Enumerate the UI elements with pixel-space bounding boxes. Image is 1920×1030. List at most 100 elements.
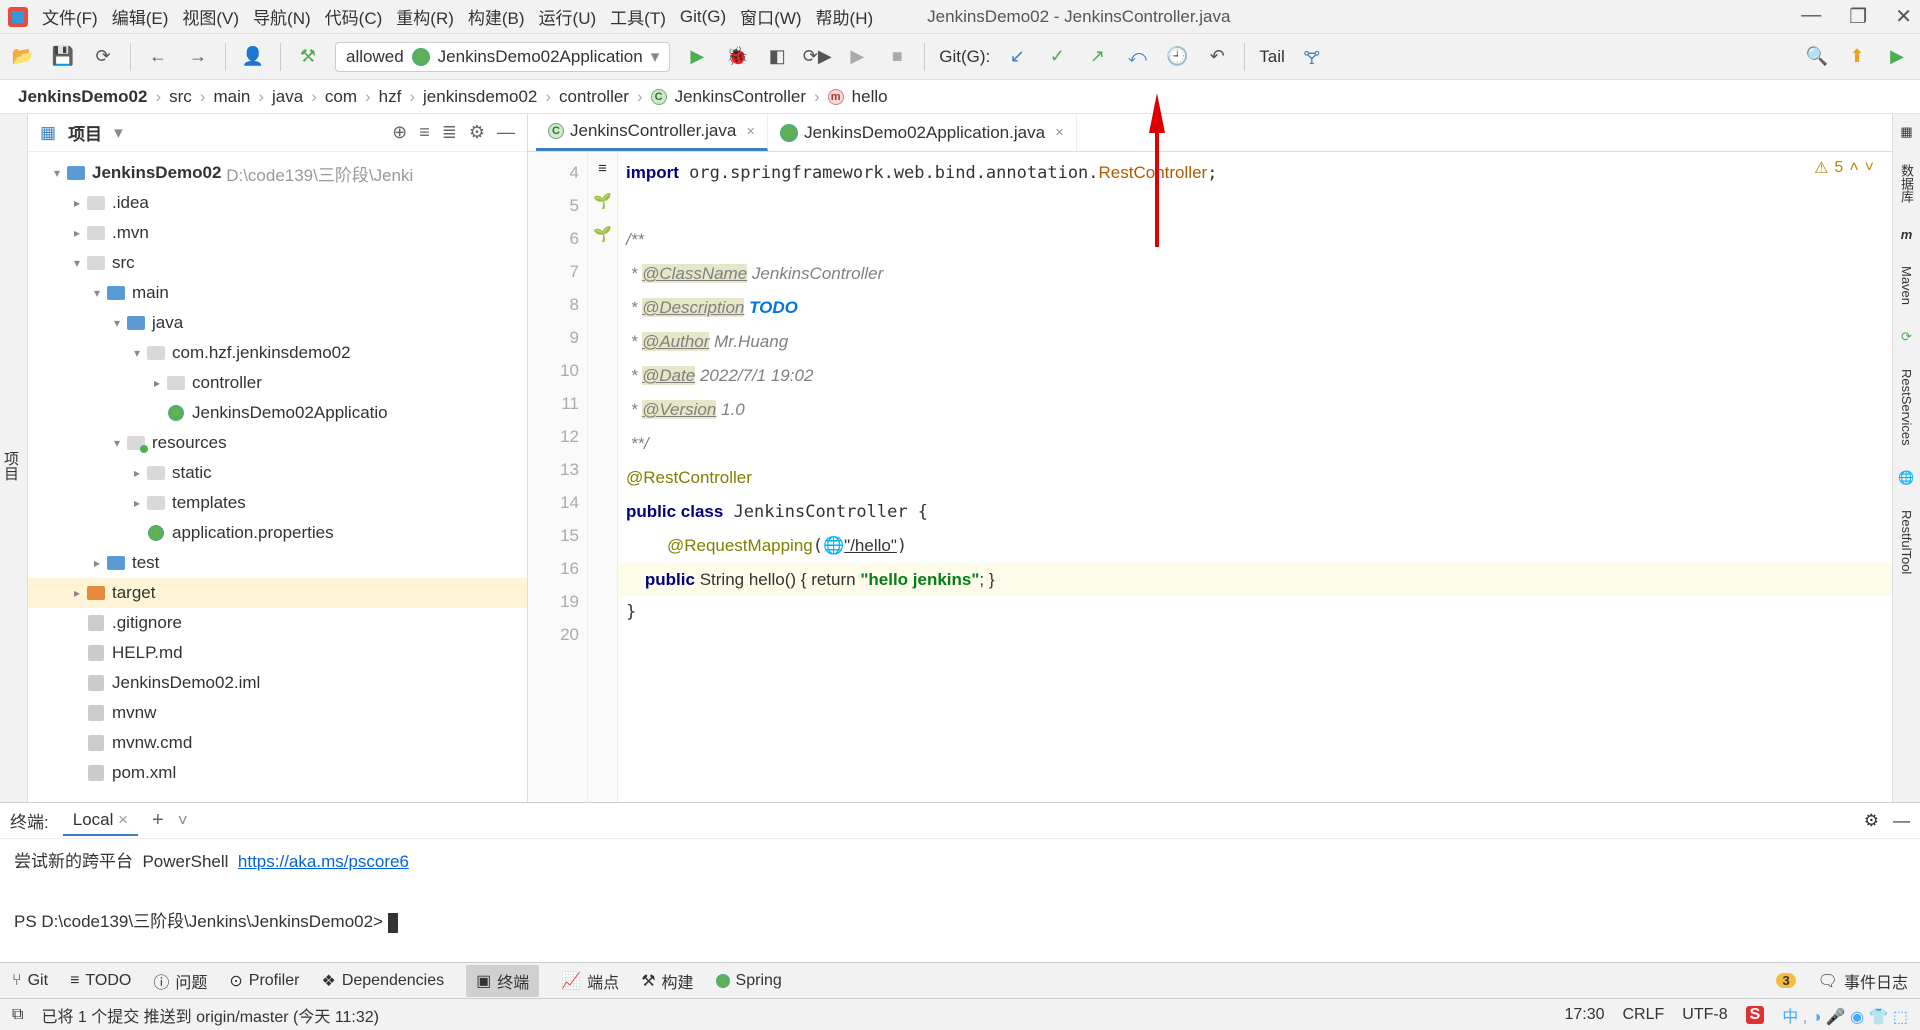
run-icon[interactable]: ▶ xyxy=(684,44,710,70)
git-rollback-icon[interactable]: ↶ xyxy=(1204,44,1230,70)
tree-item[interactable]: application.properties xyxy=(28,518,527,548)
menu-git[interactable]: Git(G) xyxy=(680,7,726,27)
debug-icon[interactable]: 🐞 xyxy=(724,44,750,70)
tool-git[interactable]: ⑂ Git xyxy=(12,972,48,990)
tool-terminal[interactable]: ▣ 终端 xyxy=(466,965,539,997)
tool-endpoints[interactable]: 📈 端点 xyxy=(561,969,619,993)
tool-spring[interactable]: Spring xyxy=(716,972,782,990)
menu-navigate[interactable]: 导航(N) xyxy=(253,4,311,29)
tool-profiler[interactable]: ⊙ Profiler xyxy=(229,971,299,991)
breadcrumb-item[interactable]: main xyxy=(213,87,250,107)
tree-item[interactable]: HELP.md xyxy=(28,638,527,668)
tool-event-log[interactable]: 🗨 事件日志 xyxy=(1818,969,1908,993)
status-linesep[interactable]: CRLF xyxy=(1623,1006,1665,1024)
search-icon[interactable]: 🔍 xyxy=(1804,44,1830,70)
terminal-settings-icon[interactable]: ⚙ xyxy=(1864,811,1879,831)
tree-item[interactable]: pom.xml xyxy=(28,758,527,788)
tree-item[interactable]: ▸test xyxy=(28,548,527,578)
breadcrumb-item[interactable]: src xyxy=(169,87,192,107)
tree-item[interactable]: .gitignore xyxy=(28,608,527,638)
git-commit-icon[interactable]: ✓ xyxy=(1044,44,1070,70)
right-tab-database[interactable]: 数据库 xyxy=(1897,158,1916,209)
close-icon[interactable]: ✕ xyxy=(1895,4,1912,29)
tree-root[interactable]: ▾JenkinsDemo02 D:\code139\三阶段\Jenki xyxy=(28,158,527,188)
ime-icon[interactable]: S xyxy=(1746,1006,1765,1024)
terminal-body[interactable]: 尝试新的跨平台 PowerShell https://aka.ms/pscore… xyxy=(0,839,1920,962)
breadcrumb-root[interactable]: JenkinsDemo02 xyxy=(18,87,147,107)
tool-build[interactable]: ⚒ 构建 xyxy=(641,969,693,993)
translate-icon[interactable]: 🝖 xyxy=(1299,44,1325,70)
code-view[interactable]: ⚠ 5 ˄ ˅ 456789101112131415161920 ≡🌱🌱 imp… xyxy=(528,152,1892,802)
tool-problems[interactable]: ⓘ 问题 xyxy=(153,969,207,993)
right-tab-restfultool[interactable]: RestfulTool xyxy=(1899,504,1914,580)
tree-item[interactable]: ▾main xyxy=(28,278,527,308)
chevron-down-icon[interactable]: ˅ xyxy=(1865,159,1874,177)
coverage-icon[interactable]: ◧ xyxy=(764,44,790,70)
expand-all-icon[interactable]: ≡ xyxy=(419,122,430,143)
tool-dependencies[interactable]: ❖ Dependencies xyxy=(321,971,444,991)
minimize-icon[interactable]: — xyxy=(1801,4,1821,29)
right-tab-restservices[interactable]: RestServices xyxy=(1899,363,1914,452)
hide-icon[interactable]: — xyxy=(497,122,515,143)
git-push-icon[interactable]: ↗ xyxy=(1084,44,1110,70)
breadcrumb-item[interactable]: controller xyxy=(559,87,629,107)
back-icon[interactable]: ← xyxy=(145,44,171,70)
tree-item[interactable]: ▾com.hzf.jenkinsdemo02 xyxy=(28,338,527,368)
menu-window[interactable]: 窗口(W) xyxy=(740,4,801,29)
chevron-up-icon[interactable]: ˄ xyxy=(1849,159,1858,177)
project-tree[interactable]: ▾JenkinsDemo02 D:\code139\三阶段\Jenki▸.ide… xyxy=(28,152,527,802)
stop-icon[interactable]: ■ xyxy=(884,44,910,70)
breadcrumb-item[interactable]: java xyxy=(272,87,303,107)
tab-application[interactable]: JenkinsDemo02Application.java × xyxy=(768,114,1077,151)
new-terminal-icon[interactable]: + xyxy=(152,809,164,832)
tree-item[interactable]: ▸target xyxy=(28,578,527,608)
menu-build[interactable]: 构建(B) xyxy=(468,4,525,29)
hammer-icon[interactable]: ⚒ xyxy=(295,44,321,70)
menu-tools[interactable]: 工具(T) xyxy=(610,4,666,29)
settings-icon[interactable]: ⚙ xyxy=(469,122,485,143)
tree-item[interactable]: ▾resources xyxy=(28,428,527,458)
terminal-dropdown-icon[interactable]: ˅ xyxy=(178,811,188,831)
git-history-icon[interactable]: 🕘 xyxy=(1164,44,1190,70)
breadcrumb-method[interactable]: hello xyxy=(852,87,888,107)
breadcrumb-item[interactable]: com xyxy=(325,87,357,107)
tool-todo[interactable]: ≡ TODO xyxy=(70,972,131,990)
inspection-badge[interactable]: ⚠ 5 ˄ ˅ xyxy=(1814,158,1874,178)
tab-jenkinscontroller[interactable]: C JenkinsController.java × xyxy=(536,114,768,151)
status-encoding[interactable]: UTF-8 xyxy=(1682,1006,1727,1024)
code-text[interactable]: import org.springframework.web.bind.anno… xyxy=(618,152,1892,802)
avatar-icon[interactable]: 👤 xyxy=(240,44,266,70)
db-icon[interactable]: ▦ xyxy=(1900,124,1912,140)
run-config-dropdown[interactable]: allowed JenkinsDemo02Application ▾ xyxy=(335,42,670,72)
forward-icon[interactable]: → xyxy=(185,44,211,70)
breadcrumb-item[interactable]: jenkinsdemo02 xyxy=(423,87,537,107)
tree-item[interactable]: ▸static xyxy=(28,458,527,488)
tree-item[interactable]: ▾java xyxy=(28,308,527,338)
sync-icon[interactable]: ⟳ xyxy=(90,44,116,70)
left-tab-project[interactable]: 项目 xyxy=(0,445,21,487)
status-window-icon[interactable]: ⧉ xyxy=(12,1006,23,1024)
tree-item[interactable]: ▾src xyxy=(28,248,527,278)
terminal-hide-icon[interactable]: — xyxy=(1893,811,1910,831)
git-update-icon[interactable]: ⤺ xyxy=(1124,44,1150,70)
settings-update-icon[interactable]: ⬆ xyxy=(1844,44,1870,70)
menu-code[interactable]: 代码(C) xyxy=(325,4,383,29)
run-anything-icon[interactable]: ▶ xyxy=(1884,44,1910,70)
tree-item[interactable]: ▸.idea xyxy=(28,188,527,218)
profile-icon[interactable]: ⟳▶ xyxy=(804,44,830,70)
tree-item[interactable]: JenkinsDemo02.iml xyxy=(28,668,527,698)
attach-icon[interactable]: ▶ xyxy=(844,44,870,70)
tree-item[interactable]: ▸.mvn xyxy=(28,218,527,248)
menu-run[interactable]: 运行(U) xyxy=(539,4,597,29)
tree-item[interactable]: ▸templates xyxy=(28,488,527,518)
git-pull-icon[interactable]: ↙ xyxy=(1004,44,1030,70)
breadcrumb-item[interactable]: hzf xyxy=(379,87,402,107)
terminal-link[interactable]: https://aka.ms/pscore6 xyxy=(238,852,409,871)
tree-item[interactable]: JenkinsDemo02Applicatio xyxy=(28,398,527,428)
terminal-tab-local[interactable]: Local × xyxy=(63,806,138,836)
locate-icon[interactable]: ⊕ xyxy=(392,122,407,143)
right-tab-maven[interactable]: Maven xyxy=(1899,260,1914,311)
tree-item[interactable]: mvnw.cmd xyxy=(28,728,527,758)
save-icon[interactable]: 💾 xyxy=(50,44,76,70)
close-tab-icon[interactable]: × xyxy=(1055,124,1064,141)
